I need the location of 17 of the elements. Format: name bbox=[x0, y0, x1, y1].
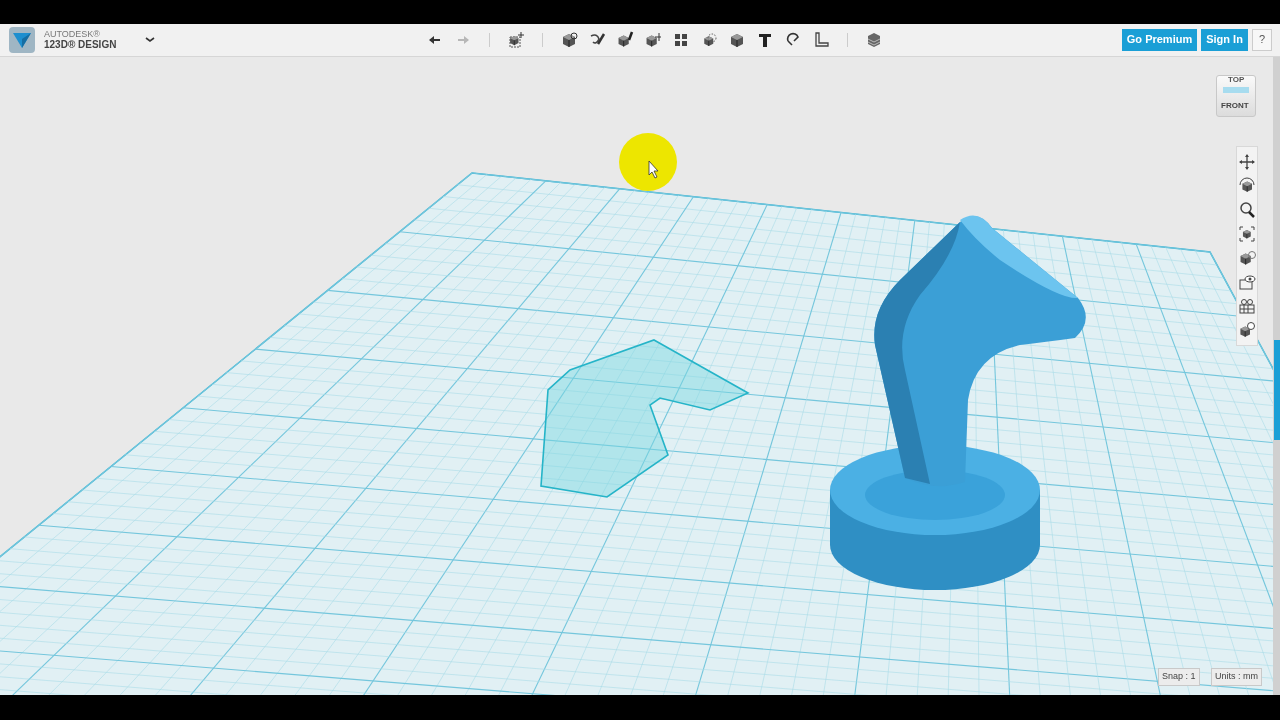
cube-plus-icon[interactable] bbox=[506, 30, 527, 50]
move-icon[interactable] bbox=[1237, 152, 1257, 172]
units-setting[interactable]: Units : mm bbox=[1211, 668, 1262, 686]
view-cube[interactable]: TOP FRONT bbox=[1216, 75, 1256, 117]
cursor-highlight bbox=[619, 133, 677, 191]
snap-setting[interactable]: Snap : 1 bbox=[1158, 668, 1200, 686]
eye-icon[interactable] bbox=[1237, 272, 1257, 292]
zoom-icon[interactable] bbox=[1237, 200, 1257, 220]
cube-face-label: TOP bbox=[1228, 76, 1245, 84]
help-button[interactable]: ? bbox=[1251, 29, 1272, 51]
grid-icon[interactable] bbox=[1237, 296, 1257, 316]
product-name: 123D® DESIGN bbox=[44, 39, 117, 50]
knight-model-drawing[interactable] bbox=[830, 215, 1086, 590]
company-name: AUTODESK® bbox=[44, 30, 101, 39]
cube-face-label: FRONT bbox=[1221, 100, 1249, 112]
fit-view-icon[interactable] bbox=[1237, 224, 1257, 244]
logo-icon bbox=[8, 27, 36, 53]
